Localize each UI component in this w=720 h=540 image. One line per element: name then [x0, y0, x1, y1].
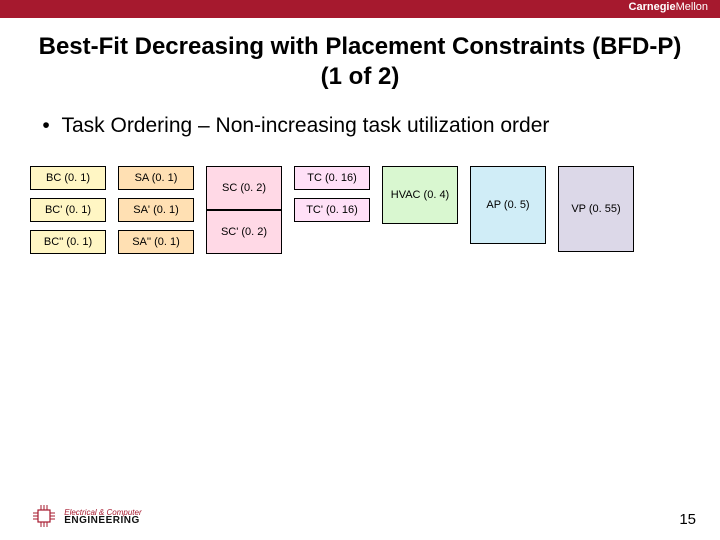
- wordmark: CarnegieMellon: [629, 1, 708, 13]
- box-tc: TC (0. 16): [294, 166, 370, 190]
- box-tc1: TC' (0. 16): [294, 198, 370, 222]
- box-sc1: SC' (0. 2): [206, 210, 282, 254]
- dept-engineering: ENGINEERING: [64, 515, 140, 526]
- bullet-text: Task Ordering – Non-increasing task util…: [61, 114, 549, 137]
- dept-logo: Electrical & Computer ENGINEERING: [30, 504, 142, 530]
- box-sa2: SA'' (0. 1): [118, 230, 194, 254]
- task-boxes: BC (0. 1) BC' (0. 1) BC'' (0. 1) SA (0. …: [30, 166, 720, 316]
- box-bc: BC (0. 1): [30, 166, 106, 190]
- box-vp: VP (0. 55): [558, 166, 634, 252]
- wordmark-mellon: Mellon: [676, 1, 708, 13]
- box-hvac: HVAC (0. 4): [382, 166, 458, 224]
- box-bc1: BC' (0. 1): [30, 198, 106, 222]
- chip-icon: [30, 504, 58, 530]
- slide-title: Best-Fit Decreasing with Placement Const…: [30, 32, 690, 92]
- box-bc2: BC'' (0. 1): [30, 230, 106, 254]
- box-sa1: SA' (0. 1): [118, 198, 194, 222]
- box-ap: AP (0. 5): [470, 166, 546, 244]
- bullet-dot: •: [36, 114, 56, 138]
- box-sa: SA (0. 1): [118, 166, 194, 190]
- wordmark-carnegie: Carnegie: [629, 1, 676, 13]
- box-sc: SC (0. 2): [206, 166, 282, 210]
- page-number: 15: [679, 511, 696, 528]
- bullet-line: • Task Ordering – Non-increasing task ut…: [36, 114, 720, 138]
- brand-bar: CarnegieMellon: [0, 0, 720, 18]
